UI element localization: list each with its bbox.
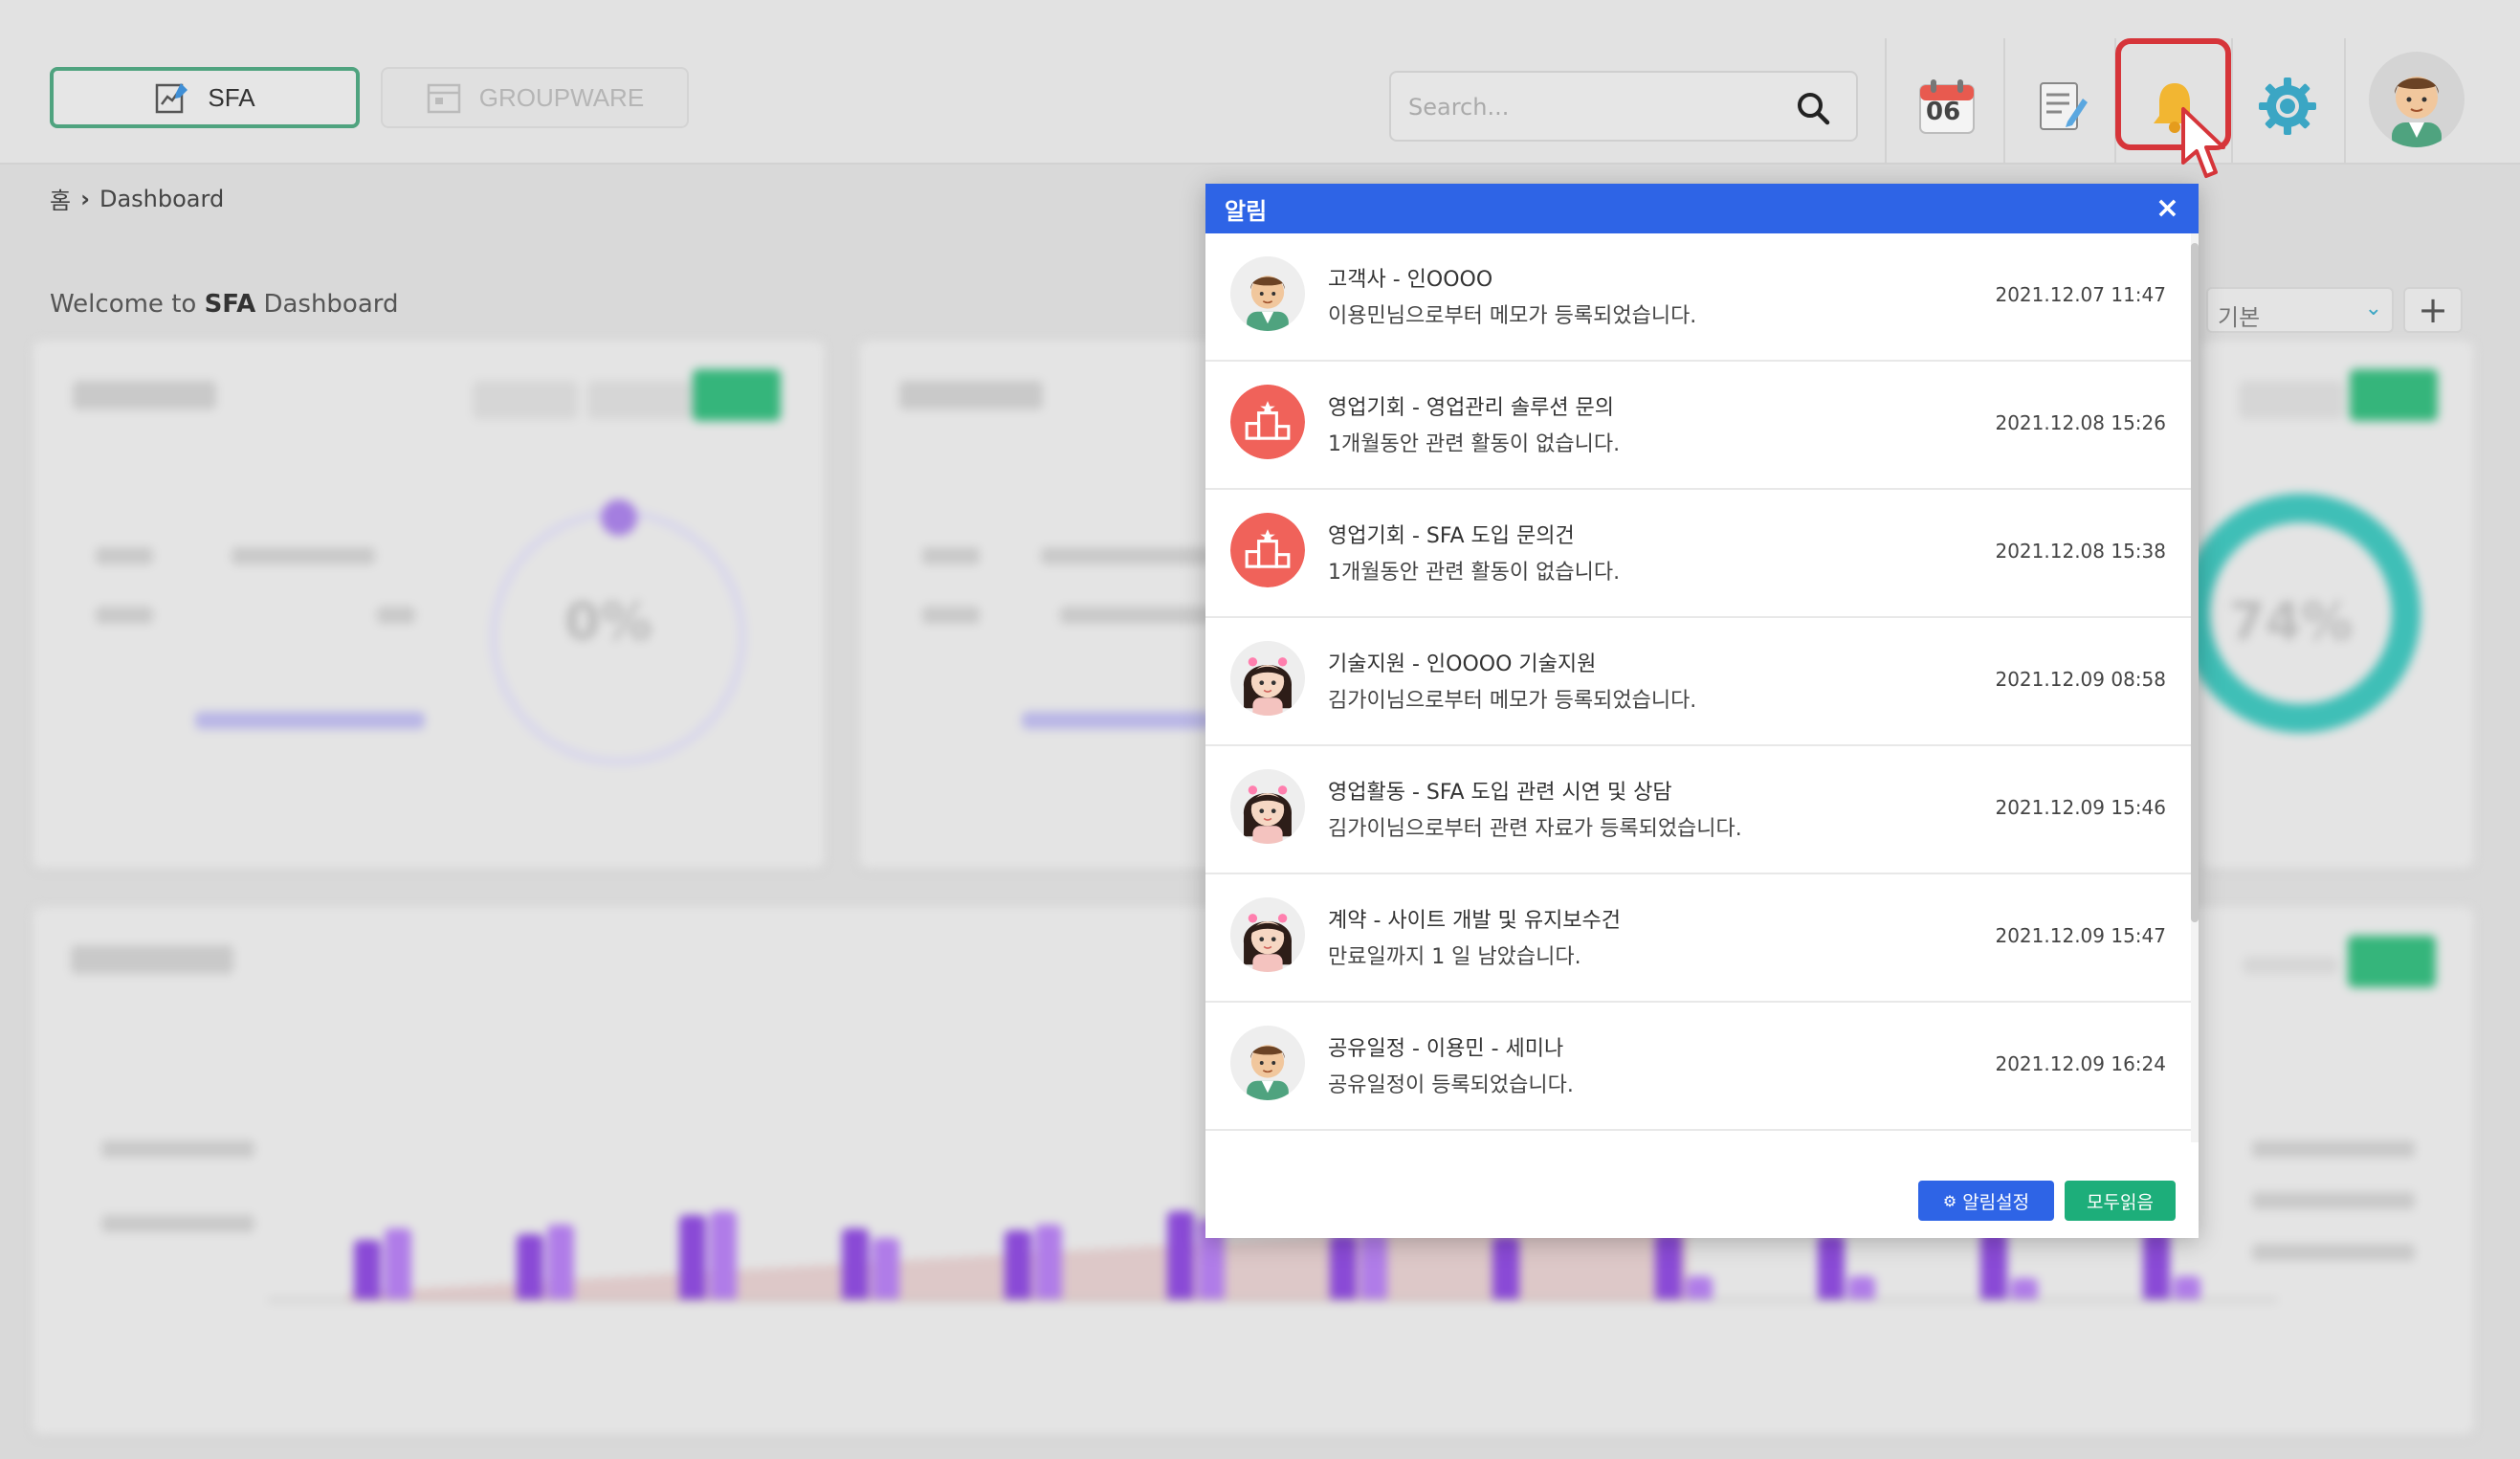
tab-groupware-label: GROUPWARE [478, 82, 645, 112]
add-widget-label: + [2418, 289, 2448, 331]
calendar-day: 06 [1926, 98, 1961, 126]
notification-title: 공유일정 - 이용민 - 세미나 [1328, 1037, 1564, 1061]
woman-avatar-icon [1230, 641, 1305, 716]
popup-footer: ⚙ 알림설정 모두읽음 [1205, 1142, 2199, 1238]
tab-sfa-label: SFA [208, 82, 255, 112]
gear-icon: ⚙ [1942, 1191, 1957, 1210]
notification-time: 2021.12.09 16:24 [1995, 1052, 2166, 1075]
notification-message: 1개월동안 관련 활동이 없습니다. [1328, 561, 1621, 585]
breadcrumb-current: Dashboard [99, 185, 225, 212]
divider [2344, 38, 2346, 163]
settings-button[interactable] [2231, 54, 2344, 159]
notification-item[interactable]: 고객사 - 인OOOO 이용민님으로부터 메모가 등록되었습니다. 2021.1… [1205, 233, 2191, 362]
notification-title: 기술지원 - 인OOOO 기술지원 [1328, 652, 1597, 676]
notification-time: 2021.12.07 11:47 [1995, 283, 2166, 306]
man-avatar-icon [1230, 256, 1305, 331]
memo-icon [2040, 82, 2088, 130]
woman-avatar-icon [1230, 897, 1305, 972]
notification-popup: 알림 × 고객사 - 인OOOO 이용민님으로부터 메모가 등록되었습니다. 2… [1205, 184, 2199, 1238]
notification-title: 고객사 - 인OOOO [1328, 268, 1493, 292]
welcome-text: Welcome to SFA Dashboard [50, 290, 399, 319]
popup-header: 알림 × [1205, 184, 2199, 233]
dashboard-card: 0% [33, 341, 825, 869]
man-avatar-icon [1230, 1026, 1305, 1100]
pointer-cursor-icon [2181, 107, 2225, 178]
layout-select-value: 기본 [2218, 304, 2261, 331]
notification-title: 영업기회 - 영업관리 솔루션 문의 [1328, 396, 1615, 420]
notification-time: 2021.12.09 15:46 [1995, 796, 2166, 819]
notification-item[interactable]: 영업활동 - SFA 도입 관련 시연 및 상담 김가이님으로부터 관련 자료가… [1205, 746, 2191, 874]
donut-value: 0% [564, 591, 652, 652]
notification-message: 김가이님으로부터 관련 자료가 등록되었습니다. [1328, 817, 1742, 841]
breadcrumb: 홈 › Dashboard [50, 182, 224, 215]
podium-icon [1230, 385, 1305, 459]
man-avatar-icon [2392, 77, 2442, 147]
notification-time: 2021.12.09 08:58 [1995, 668, 2166, 691]
notification-message: 공유일정이 등록되었습니다. [1328, 1073, 1574, 1097]
user-avatar[interactable] [2369, 52, 2465, 147]
notification-message: 1개월동안 관련 활동이 없습니다. [1328, 432, 1621, 456]
tab-groupware[interactable]: GROUPWARE [381, 67, 689, 128]
calendar-grid-icon [427, 83, 461, 114]
welcome-brand: SFA [204, 290, 256, 319]
woman-avatar-icon [1230, 769, 1305, 844]
welcome-suffix: Dashboard [255, 290, 399, 319]
read-all-button[interactable]: 모두읽음 [2065, 1181, 2176, 1221]
calendar-button[interactable]: 06 [1890, 54, 2003, 159]
notification-title: 영업활동 - SFA 도입 관련 시연 및 상담 [1328, 781, 1672, 805]
notification-settings-button[interactable]: ⚙ 알림설정 [1918, 1181, 2054, 1221]
layout-select[interactable]: 기본 ⌄ [2206, 287, 2394, 333]
podium-icon [1230, 513, 1305, 587]
scrollbar-thumb[interactable] [2191, 243, 2199, 922]
notification-title: 영업기회 - SFA 도입 문의건 [1328, 524, 1575, 548]
top-header: SFA GROUPWARE 06 [0, 0, 2520, 178]
chart-edit-icon [156, 83, 188, 114]
notification-list: 고객사 - 인OOOO 이용민님으로부터 메모가 등록되었습니다. 2021.1… [1205, 233, 2191, 1142]
notification-time: 2021.12.08 15:26 [1995, 411, 2166, 434]
add-widget-button[interactable]: + [2403, 287, 2463, 333]
notification-message: 이용민님으로부터 메모가 등록되었습니다. [1328, 304, 1697, 328]
gear-icon [2259, 77, 2316, 135]
notification-message: 만료일까지 1 일 남았습니다. [1328, 945, 1581, 969]
breadcrumb-home[interactable]: 홈 [50, 182, 71, 215]
search-box [1389, 71, 1858, 142]
notification-time: 2021.12.09 15:47 [1995, 924, 2166, 947]
notification-item[interactable]: 영업기회 - SFA 도입 문의건 1개월동안 관련 활동이 없습니다. 202… [1205, 490, 2191, 618]
dashboard-card [859, 341, 1242, 869]
divider [1885, 38, 1887, 163]
dashboard-card: 74% [2181, 341, 2474, 869]
notification-item[interactable]: 공유일정 - 이용민 - 세미나 공유일정이 등록되었습니다. 2021.12.… [1205, 1003, 2191, 1131]
chevron-down-icon: ⌄ [2364, 297, 2382, 321]
notification-message: 김가이님으로부터 메모가 등록되었습니다. [1328, 689, 1697, 713]
popup-title: 알림 [1225, 197, 1268, 225]
tab-sfa[interactable]: SFA [50, 67, 360, 128]
notification-item[interactable]: 계약 - 사이트 개발 및 유지보수건 만료일까지 1 일 남았습니다. 202… [1205, 874, 2191, 1003]
notification-item[interactable]: 기술지원 - 인OOOO 기술지원 김가이님으로부터 메모가 등록되었습니다. … [1205, 618, 2191, 746]
notification-time: 2021.12.08 15:38 [1995, 540, 2166, 563]
breadcrumb-separator: › [80, 185, 90, 212]
welcome-prefix: Welcome to [50, 290, 205, 319]
search-icon[interactable] [1795, 90, 1831, 126]
close-button[interactable]: × [2155, 194, 2179, 223]
notification-title: 계약 - 사이트 개발 및 유지보수건 [1328, 909, 1622, 933]
notification-item[interactable]: 영업기회 - 영업관리 솔루션 문의 1개월동안 관련 활동이 없습니다. 20… [1205, 362, 2191, 490]
notification-settings-label: 알림설정 [1962, 1191, 2030, 1213]
memo-button[interactable] [2005, 54, 2118, 159]
donut-value: 74% [2229, 591, 2354, 652]
search-input[interactable] [1408, 88, 1772, 126]
read-all-label: 모두읽음 [2087, 1191, 2154, 1213]
